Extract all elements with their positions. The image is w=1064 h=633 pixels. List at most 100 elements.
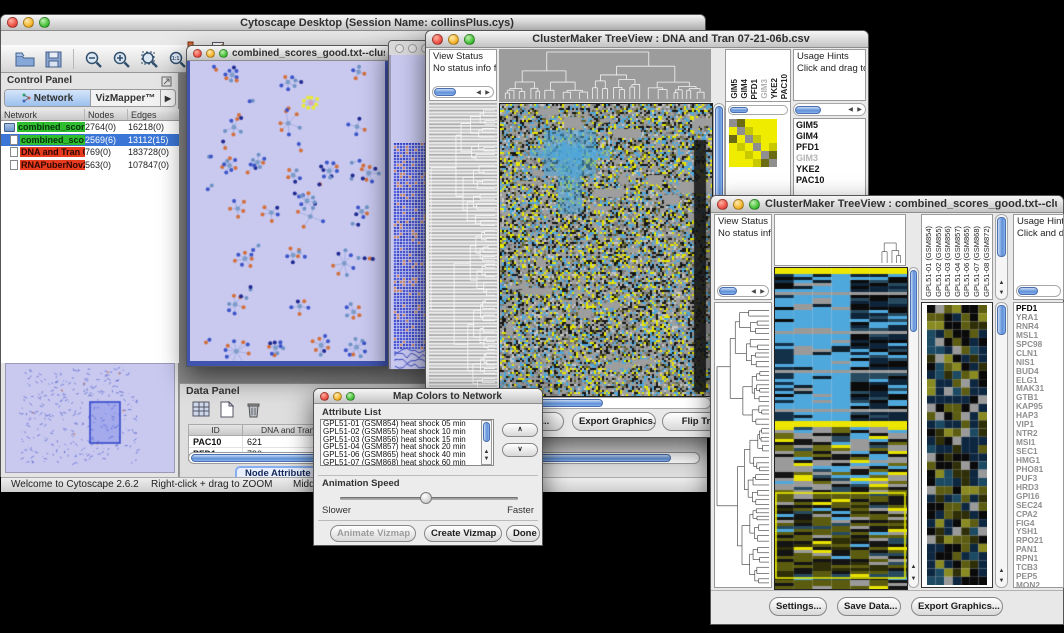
treeview2-titlebar[interactable]: ClusterMaker TreeView : combined_scores_… [711,196,1063,213]
tv1-zoom-scrollbar[interactable] [728,105,788,115]
tv2-hints-scrollbar[interactable] [1016,285,1061,297]
scroll-down-icon[interactable]: ▼ [909,576,918,583]
scroll-down-icon[interactable]: ▼ [996,578,1007,585]
gene-label[interactable]: PFD1 [794,142,865,153]
col-nodes[interactable]: Nodes [85,109,128,120]
select-attributes-button[interactable] [190,398,212,420]
scroll-up-icon[interactable]: ▲ [909,564,918,571]
scroll-up-icon[interactable]: ▲ [996,280,1007,287]
network-row[interactable]: combined_scores_2764(0)16218(0) [1,121,179,134]
col-edges[interactable]: Edges [128,109,179,120]
minimize-button[interactable] [23,17,34,28]
dialog-titlebar[interactable]: Map Colors to Network [314,389,542,404]
move-down-button[interactable]: ∨ [502,443,538,457]
scroll-left-icon[interactable]: ◀ [749,288,758,295]
network-list: combined_scores_2764(0)16218(0)combined_… [1,121,179,363]
tv2-main-scrollbar[interactable]: ▲ ▼ [908,267,919,588]
zoom-out-button[interactable] [81,47,105,71]
scroll-left-icon[interactable]: ◀ [846,106,855,113]
tv1-column-dendrogram[interactable] [499,49,711,102]
scroll-up-icon[interactable]: ▲ [996,568,1007,575]
tab-network[interactable]: Network [5,90,91,106]
tv2-gene-list[interactable]: PFD1YRA1RNR4MSL1SPC98CLN1NIS1BUD4ELG1MAK… [1013,302,1064,588]
scroll-right-icon[interactable]: ▶ [758,288,767,295]
tab-vizmapper[interactable]: VizMapper™ [91,90,161,106]
tv2-row-dendrogram[interactable] [714,302,772,588]
move-up-button[interactable]: ∧ [502,423,538,437]
matrix-cell [737,135,745,143]
view-status-text: No status info f [430,63,496,75]
gene-label[interactable]: GIM5 [794,120,865,131]
zoom-button[interactable] [749,199,760,210]
tv1-hints-scrollbar[interactable]: ◀ ▶ [793,103,866,116]
network-row[interactable]: combined_sco2569(6)13112(15) [1,134,179,147]
close-button[interactable] [320,392,329,401]
scroll-left-icon[interactable]: ◀ [474,89,483,96]
tv1-export-graphics-button[interactable]: Export Graphics... [572,412,656,431]
attribute-list[interactable]: GPL51-01 (GSM854) heat shock 05 minGPL51… [320,419,494,466]
scroll-right-icon[interactable]: ▶ [483,89,492,96]
new-attribute-button[interactable] [216,398,238,420]
gene-label[interactable]: YKE2 [794,164,865,175]
float-panel-icon[interactable] [161,76,172,87]
network-view-titlebar[interactable]: combined_scores_good.txt--cluste... [187,46,391,61]
network-row[interactable]: DNA and Tran 07769(0)183728(0) [1,146,179,159]
delete-attribute-button[interactable] [242,398,264,420]
tv1-status-scrollbar[interactable]: ◀ ▶ [432,86,494,98]
gene-label[interactable]: GIM3 [794,153,865,164]
zoom-button[interactable] [219,49,228,58]
minimize-button[interactable] [333,392,342,401]
settings-button[interactable]: Settings... [769,597,827,616]
col-network[interactable]: Network [1,109,85,120]
tv2-zoom-panel[interactable] [921,302,993,588]
tv2-column-dendrogram-area[interactable] [774,214,906,266]
tv2-labels-scrollbar[interactable]: ▲ ▼ [995,214,1008,300]
treeview1-titlebar[interactable]: ClusterMaker TreeView : DNA and Tran 07-… [426,31,868,48]
animate-vizmap-button[interactable]: Animate Vizmap [330,525,416,542]
tv2-heatmap[interactable] [774,267,908,590]
zoom-selected-button[interactable] [137,47,161,71]
done-button[interactable]: Done [506,525,540,542]
scroll-up-icon[interactable]: ▲ [482,449,491,456]
scroll-down-icon[interactable]: ▼ [996,290,1007,297]
scroll-right-icon[interactable]: ▶ [855,106,864,113]
minimize-button[interactable] [408,44,417,53]
gene-label[interactable]: GIM4 [794,131,865,142]
close-button[interactable] [717,199,728,210]
export-graphics-button[interactable]: Export Graphics... [911,597,1003,616]
tv1-zoom-heatmap[interactable] [729,119,777,167]
tv1-heatmap[interactable] [499,103,713,397]
tab-overflow-button[interactable]: ▶ [161,90,175,106]
close-button[interactable] [395,44,404,53]
zoom-in-button[interactable] [109,47,133,71]
gene-label[interactable]: PAC10 [794,175,865,186]
attribute-list-scrollbar[interactable]: ▲ ▼ [481,420,492,465]
tv1-row-dendrogram[interactable] [429,103,497,395]
save-data-button[interactable]: Save Data... [837,597,901,616]
zoom-button[interactable] [39,17,50,28]
attribute-grid-icon [192,401,210,417]
network-row[interactable]: RNAPuberNov2+563(0)107847(0) [1,159,179,172]
zoom-button[interactable] [346,392,355,401]
gene-label[interactable]: MON2 [1014,581,1063,588]
minimize-button[interactable] [448,34,459,45]
open-file-button[interactable] [13,47,37,71]
close-button[interactable] [7,17,18,28]
id-column-header[interactable]: ID [189,425,243,435]
create-vizmap-button[interactable]: Create Vizmap [424,525,502,542]
main-titlebar[interactable]: Cytoscape Desktop (Session Name: collins… [1,15,705,31]
tv2-status-scrollbar[interactable]: ◀ ▶ [717,285,769,297]
minimize-button[interactable] [733,199,744,210]
close-button[interactable] [432,34,443,45]
close-button[interactable] [193,49,202,58]
slider-thumb[interactable] [420,492,432,504]
birds-eye-view[interactable] [5,363,175,473]
save-button[interactable] [41,47,65,71]
network-canvas-area[interactable] [187,61,391,366]
zoom-button[interactable] [464,34,475,45]
scroll-down-icon[interactable]: ▼ [482,456,491,463]
minimize-button[interactable] [206,49,215,58]
attribute-item[interactable]: GPL51-07 (GSM868) heat shock 60 min [321,459,493,466]
column-label: GPL51-03 (GSM856) [943,226,952,297]
tv2-zoom-scrollbar[interactable]: ▲ ▼ [995,302,1008,588]
